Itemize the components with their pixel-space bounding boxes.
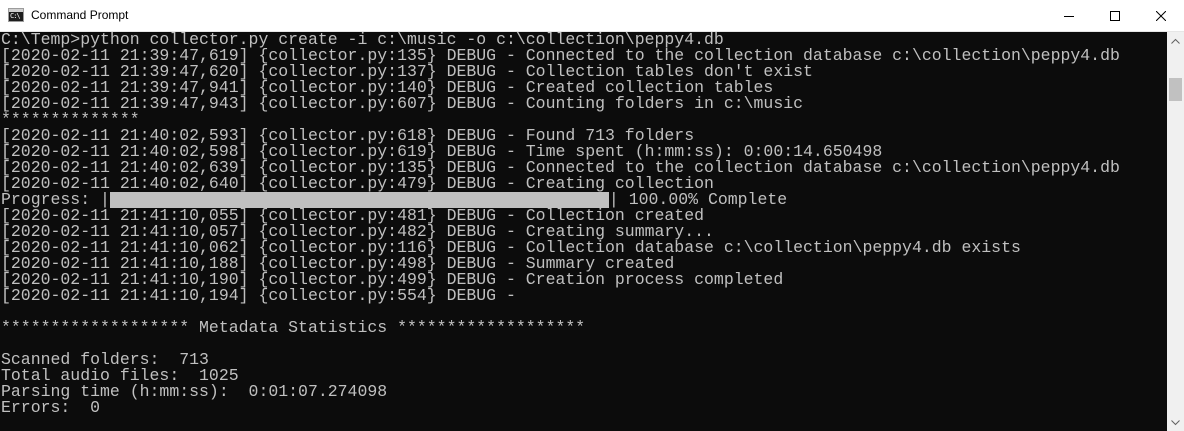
scroll-down-button[interactable] xyxy=(1167,414,1184,431)
close-button[interactable] xyxy=(1138,0,1184,31)
minimize-button[interactable] xyxy=(1046,0,1092,31)
console-line: Errors: 0 xyxy=(1,398,101,417)
scroll-up-button[interactable] xyxy=(1167,32,1184,49)
console-line: ******************* Metadata Statistics … xyxy=(1,318,586,337)
vertical-scrollbar[interactable] xyxy=(1167,32,1184,431)
console-line: [2020-02-11 21:40:02,640] {collector.py:… xyxy=(1,174,714,193)
console-line: Parsing time (h:mm:ss): 0:01:07.274098 xyxy=(1,382,388,401)
close-icon xyxy=(1156,10,1166,21)
cmd-icon: C:\ xyxy=(8,8,24,22)
title-bar[interactable]: C:\ Command Prompt xyxy=(0,0,1184,32)
console-line: [2020-02-11 21:39:47,943] {collector.py:… xyxy=(1,94,804,113)
maximize-icon xyxy=(1110,10,1120,21)
scroll-thumb[interactable] xyxy=(1169,78,1182,101)
chevron-up-icon xyxy=(1171,38,1180,44)
minimize-icon xyxy=(1064,15,1074,17)
maximize-button[interactable] xyxy=(1092,0,1138,31)
window-title: Command Prompt xyxy=(31,8,129,22)
console-line: [2020-02-11 21:41:10,194] {collector.py:… xyxy=(1,286,516,305)
chevron-down-icon xyxy=(1171,419,1180,425)
console-output[interactable]: C:\Temp>python collector.py create -i c:… xyxy=(0,32,1167,431)
command-prompt-window: C:\ Command Prompt C:\Temp>python collec… xyxy=(0,0,1184,431)
